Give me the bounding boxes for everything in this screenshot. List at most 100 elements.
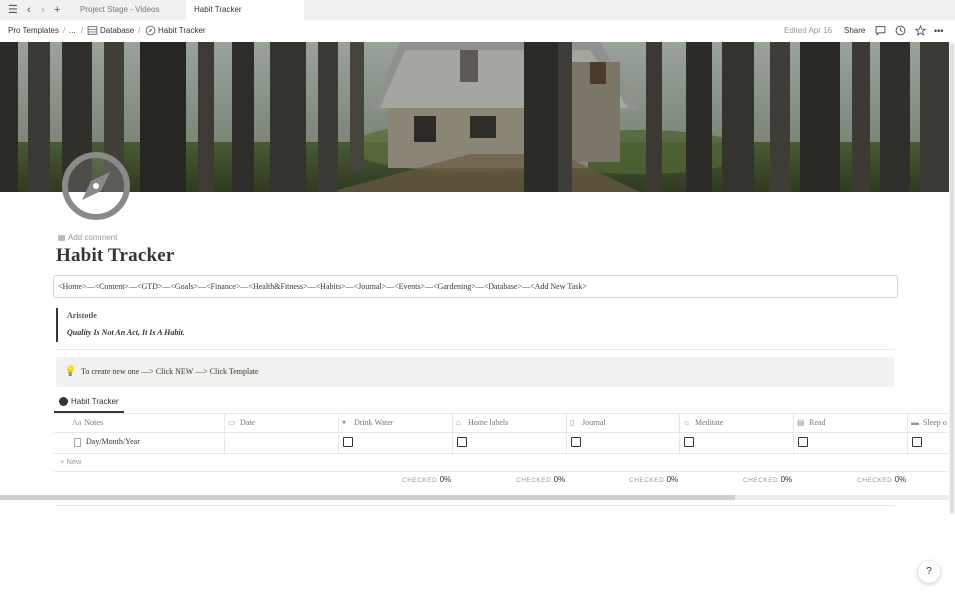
sun-icon: ☼: [683, 418, 691, 427]
history-clock-icon[interactable]: [895, 25, 906, 36]
column-divider: [793, 432, 794, 453]
table-row-divider: [54, 453, 949, 454]
new-tab-plus-icon[interactable]: +: [54, 3, 60, 17]
calc-label: CHECKED: [516, 477, 552, 484]
sleep-checkbox[interactable]: [912, 437, 922, 447]
column-label: Read: [809, 418, 826, 427]
comment-icon[interactable]: [875, 25, 886, 36]
calc-value: 0%: [666, 475, 679, 484]
add-comment-button[interactable]: Add comment: [58, 233, 117, 242]
column-divider: [679, 432, 680, 453]
book-icon: ▯: [570, 418, 575, 427]
calc-label: CHECKED: [743, 477, 779, 484]
column-label: Date: [240, 418, 256, 427]
column-label: Meditate: [695, 418, 724, 427]
column-divider: [338, 432, 339, 453]
breadcrumb-item-pro-templates[interactable]: Pro Templates: [8, 20, 59, 42]
calc-value: 0%: [553, 475, 566, 484]
column-label: Drink Water: [354, 418, 394, 427]
callout-block: 💡 To create new one —> Click NEW —> Clic…: [56, 357, 894, 387]
tab-project-stage-videos[interactable]: Project Stage - Videos: [72, 0, 186, 20]
compass-icon: [145, 25, 156, 36]
menu-icon[interactable]: ☰: [8, 3, 18, 17]
comment-icon: [58, 234, 65, 241]
new-row-label: New: [66, 457, 82, 466]
calc-value: 0%: [894, 475, 907, 484]
more-options-button[interactable]: •••: [934, 20, 943, 42]
view-tab-label: Habit Tracker: [71, 397, 119, 406]
page-document-icon: [74, 438, 81, 447]
column-header-home-labels[interactable]: ⌂ Home labels: [453, 414, 567, 432]
column-header-journal[interactable]: ▯ Journal: [567, 414, 680, 432]
lightbulb-icon: 💡: [64, 366, 77, 377]
column-divider: [452, 432, 453, 453]
column-label: Journal: [582, 418, 606, 427]
text-property-icon: Aa: [72, 418, 82, 427]
calculation-meditate[interactable]: CHECKED 0%: [743, 474, 792, 487]
share-button[interactable]: Share: [844, 20, 865, 42]
vertical-scrollbar-thumb[interactable]: [950, 44, 954, 514]
view-tab-habit-tracker[interactable]: Habit Tracker: [54, 393, 124, 413]
breadcrumb-item-habit-tracker[interactable]: Habit Tracker: [158, 20, 206, 42]
column-header-date[interactable]: ▭ Date: [225, 414, 339, 432]
column-divider: [907, 432, 908, 453]
compass-icon[interactable]: [61, 151, 131, 221]
quote-author: Aristotle: [67, 311, 97, 320]
column-divider: [224, 432, 225, 453]
calculation-read[interactable]: CHECKED 0%: [857, 474, 906, 487]
page-cover-image: [0, 42, 949, 192]
database-icon: [87, 26, 98, 35]
breadcrumb: Pro Templates / ... / Database / Habit T…: [0, 20, 955, 42]
column-label: Home labels: [468, 418, 509, 427]
forward-arrow-icon[interactable]: ›: [41, 3, 45, 17]
column-header-drink-water[interactable]: ▾ Drink Water: [339, 414, 453, 432]
calc-label: CHECKED: [402, 477, 438, 484]
navigation-links[interactable]: <Home>—<Content>—<GTD>—<Goals>—<Finance>…: [54, 276, 897, 297]
help-button[interactable]: ?: [918, 561, 940, 583]
row-notes-cell[interactable]: Day/Month/Year: [86, 432, 140, 452]
tab-label: Habit Tracker: [194, 5, 242, 14]
forest-cabin-image: [0, 42, 949, 192]
breadcrumb-item-ellipsis[interactable]: ...: [69, 20, 76, 42]
calculation-drink-water[interactable]: CHECKED 0%: [402, 474, 451, 487]
column-label: Notes: [84, 418, 103, 427]
tab-habit-tracker[interactable]: Habit Tracker: [186, 0, 304, 20]
browser-tab-bar: ☰ ‹ › + Project Stage - Videos Habit Tra…: [0, 0, 955, 20]
checkmark-icon: [59, 397, 68, 406]
calc-value: 0%: [439, 475, 452, 484]
column-label: Sleep o: [923, 418, 947, 427]
favorite-star-icon[interactable]: [915, 25, 926, 36]
journal-checkbox[interactable]: [571, 437, 581, 447]
calculation-home-labels[interactable]: CHECKED 0%: [516, 474, 565, 487]
column-header-notes[interactable]: Aa Notes: [54, 414, 225, 432]
calc-label: CHECKED: [857, 477, 893, 484]
read-checkbox[interactable]: [798, 437, 808, 447]
column-divider: [566, 432, 567, 453]
horizontal-scrollbar-track[interactable]: [0, 495, 949, 500]
calculation-journal[interactable]: CHECKED 0%: [629, 474, 678, 487]
column-header-meditate[interactable]: ☼ Meditate: [680, 414, 794, 432]
drink-water-checkbox[interactable]: [343, 437, 353, 447]
home-labels-checkbox[interactable]: [457, 437, 467, 447]
callout-text: To create new one —> Click NEW —> Click …: [81, 367, 259, 376]
document-icon: ▤: [797, 418, 805, 427]
new-row-button[interactable]: + New: [60, 453, 81, 471]
divider: [56, 505, 895, 506]
page-title[interactable]: Habit Tracker: [56, 245, 175, 267]
calendar-icon: ▭: [228, 418, 236, 427]
tab-label: Project Stage - Videos: [80, 5, 160, 14]
bed-icon: ▬: [911, 418, 919, 427]
column-header-sleep[interactable]: ▬ Sleep o: [908, 414, 949, 432]
meditate-checkbox[interactable]: [684, 437, 694, 447]
calc-label: CHECKED: [629, 477, 665, 484]
breadcrumb-separator: /: [138, 26, 141, 35]
column-header-read[interactable]: ▤ Read: [794, 414, 908, 432]
breadcrumb-item-database[interactable]: Database: [100, 20, 134, 42]
home-icon: ⌂: [456, 418, 461, 427]
divider: [56, 349, 895, 350]
back-arrow-icon[interactable]: ‹: [27, 3, 31, 17]
glass-icon: ▾: [342, 418, 347, 427]
horizontal-scrollbar-thumb[interactable]: [0, 495, 735, 500]
calc-value: 0%: [780, 475, 793, 484]
edited-timestamp: Edited Apr 16: [784, 26, 833, 35]
